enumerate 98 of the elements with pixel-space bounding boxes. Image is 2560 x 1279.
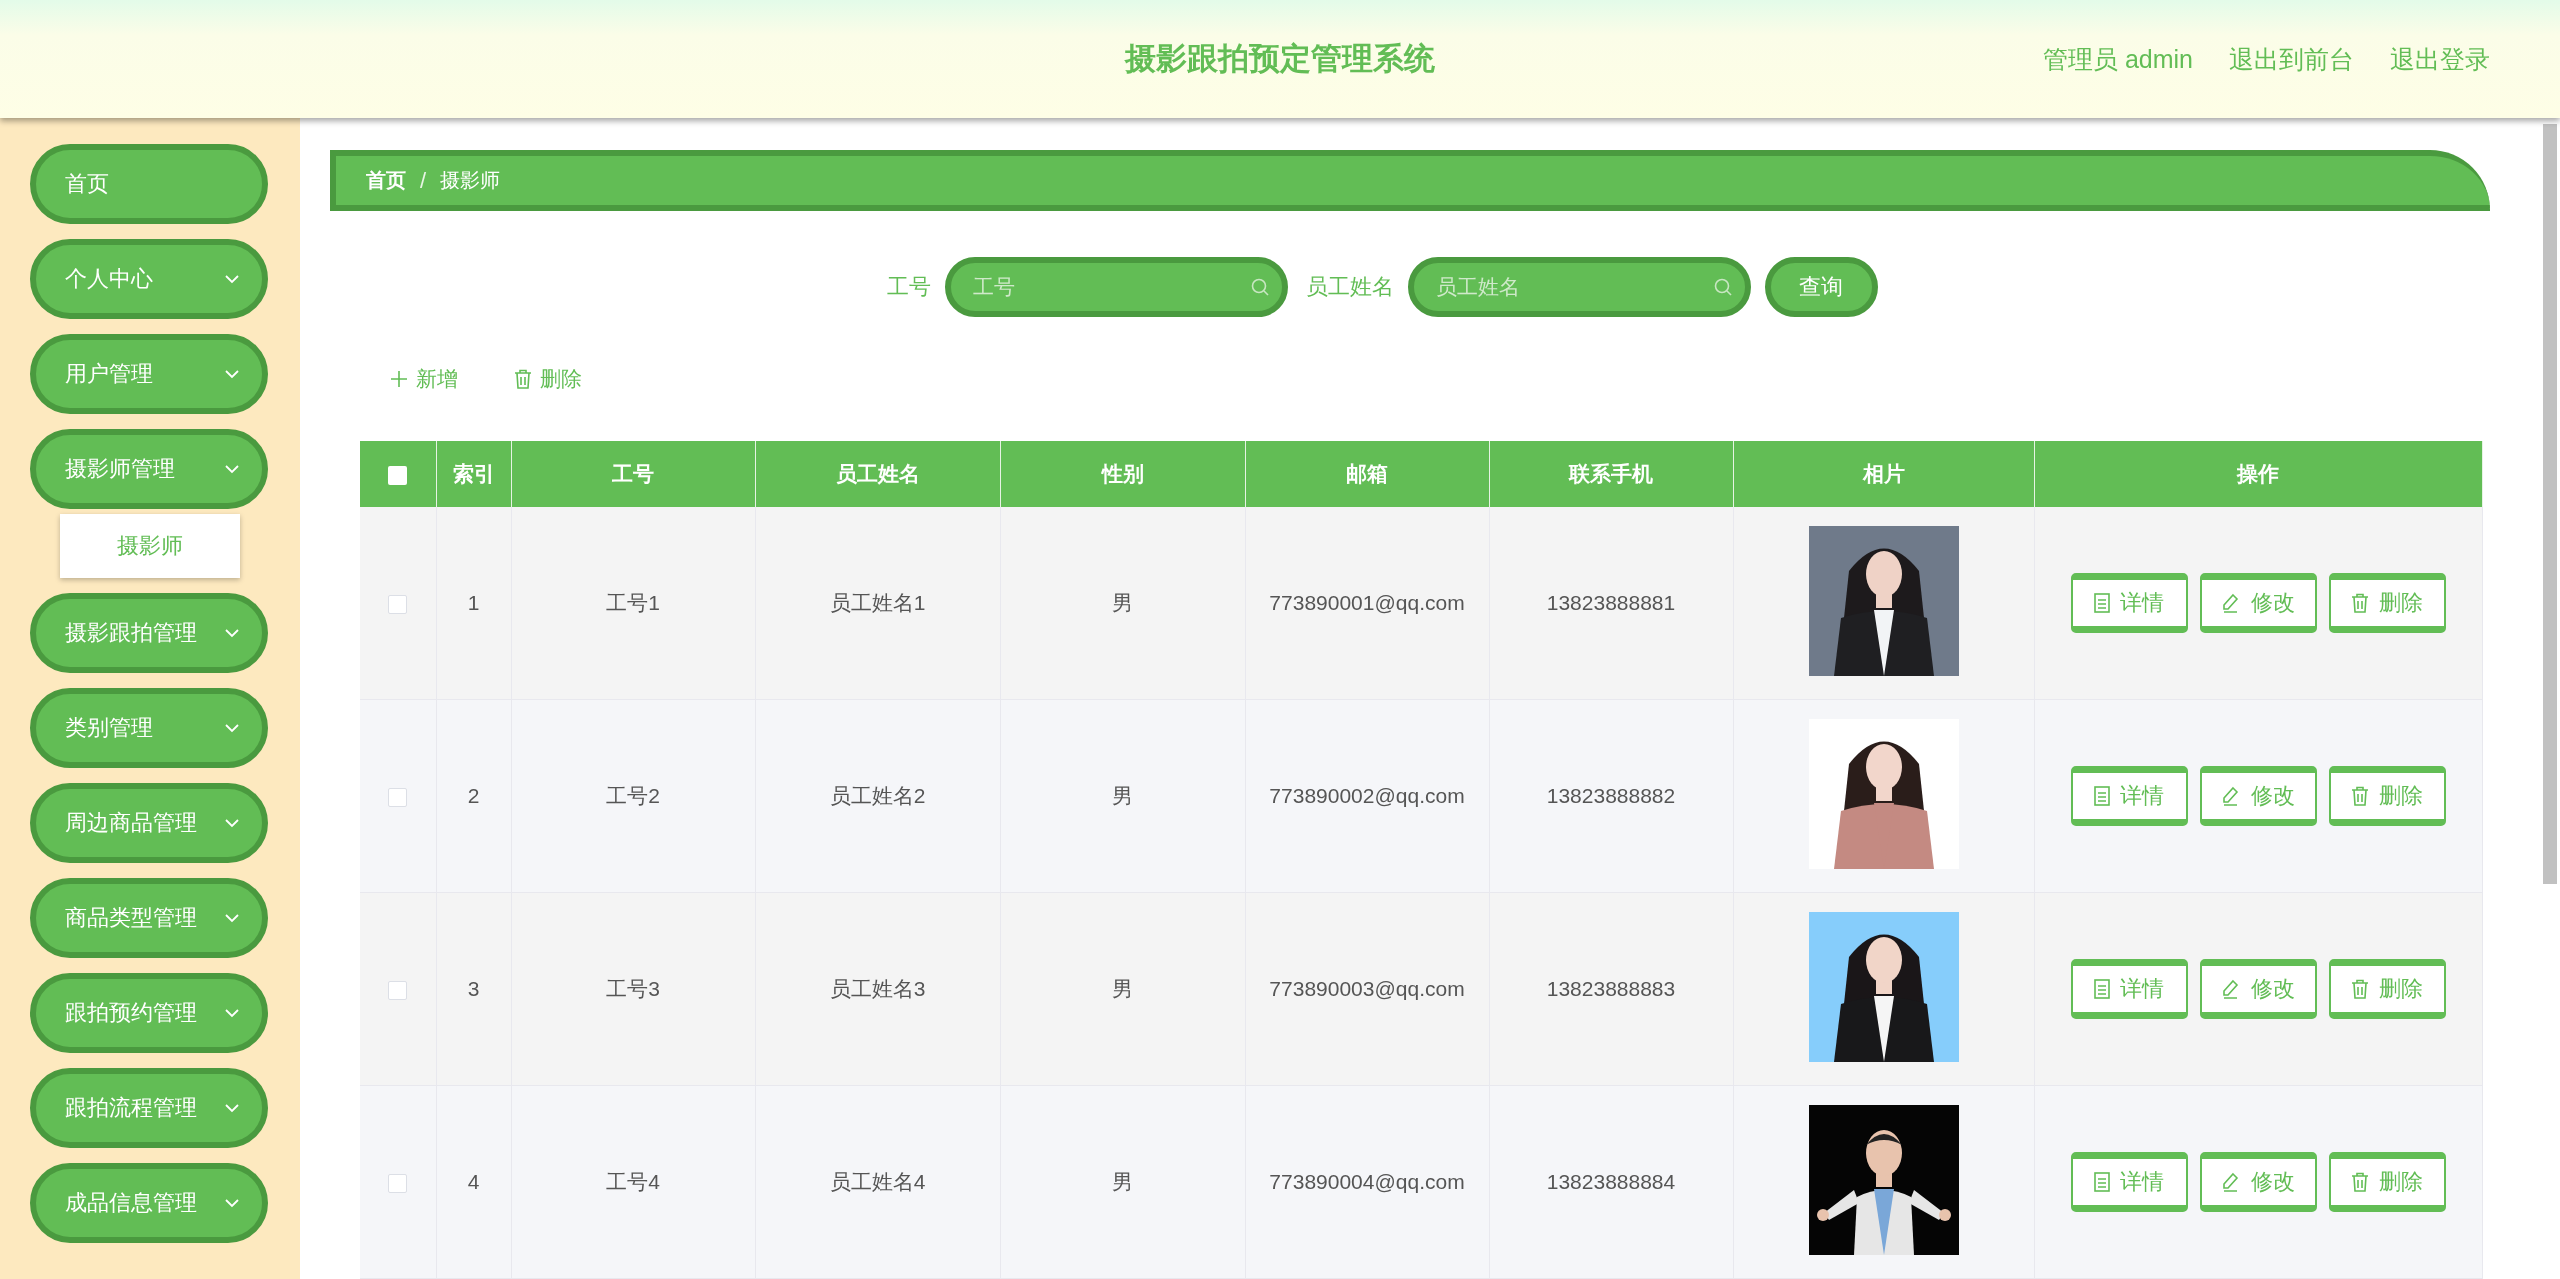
sidebar-item[interactable]: 摄影师管理 [30,429,268,509]
add-button[interactable]: 新增 [390,365,458,393]
table-cell: 员工姓名3 [755,892,1000,1086]
sidebar-item[interactable]: 跟拍流程管理 [30,1068,268,1148]
delete-button[interactable]: 删除 [2328,573,2446,633]
chevron-down-icon [224,818,240,828]
row-checkbox[interactable] [388,594,408,614]
delete-button[interactable]: 删除 [2328,1152,2446,1212]
column-header: 相片 [1733,441,2034,507]
chevron-down-icon [224,369,240,379]
sidebar-item[interactable]: 摄影跟拍管理 [30,593,268,673]
sidebar-item[interactable]: 个人中心 [30,239,268,319]
document-icon [2094,979,2111,999]
chevron-down-icon [224,1103,240,1113]
table-cell: 773890004@qq.com [1245,1085,1489,1279]
table-cell: 3 [436,892,511,1086]
search-icon [1712,277,1733,297]
document-icon [2094,786,2111,806]
table-cell: 773890003@qq.com [1245,892,1489,1086]
table-cell: 工号1 [511,507,755,700]
edit-button[interactable]: 修改 [2199,959,2317,1019]
detail-button[interactable]: 详情 [2070,959,2188,1019]
row-checkbox[interactable] [388,787,408,807]
delete-button[interactable]: 删除 [2328,766,2446,826]
edit-button[interactable]: 修改 [2199,1152,2317,1212]
delete-button[interactable]: 删除 [2328,959,2446,1019]
breadcrumb-link[interactable]: 首页 [366,167,406,194]
query-button[interactable]: 查询 [1764,257,1878,317]
table-cell: 1 [436,507,511,700]
column-header: 员工姓名 [755,441,1000,507]
trash-icon [2351,593,2370,613]
breadcrumb-separator: / [420,167,427,194]
sidebar-item[interactable]: 成品信息管理 [30,1163,268,1243]
sidebar-item[interactable]: 用户管理 [30,334,268,414]
select-all-checkbox[interactable] [388,465,408,485]
column-header: 操作 [2034,441,2483,507]
trash-icon [514,369,532,389]
column-header: 索引 [436,441,511,507]
header-link[interactable]: 退出登录 [2390,42,2490,76]
table-cell: 工号3 [511,892,755,1086]
table-cell: 13823888883 [1489,892,1733,1086]
table-cell: 员工姓名1 [755,507,1000,700]
column-header: 邮箱 [1245,441,1489,507]
document-icon [2094,1172,2111,1192]
app-title: 摄影跟拍预定管理系统 [1125,40,1435,78]
field-label: 员工姓名 [1305,273,1394,301]
detail-button[interactable]: 详情 [2070,766,2188,826]
column-header: 工号 [511,441,755,507]
column-header: 性别 [1000,441,1245,507]
detail-button[interactable]: 详情 [2070,573,2188,633]
table-cell: 员工姓名2 [755,699,1000,893]
chevron-down-icon [224,723,240,733]
trash-icon [2351,1172,2370,1192]
table-cell: 13823888884 [1489,1085,1733,1279]
table-cell: 773890001@qq.com [1245,507,1489,700]
row-checkbox[interactable] [388,980,408,1000]
table-cell: 13823888882 [1489,699,1733,893]
column-header: 联系手机 [1489,441,1733,507]
breadcrumb-current: 摄影师 [440,168,501,193]
plus-icon [390,370,408,388]
table-cell: 男 [1000,699,1245,893]
search-field[interactable]: 工号 [944,257,1288,317]
document-icon [2094,593,2111,613]
table-cell: 773890002@qq.com [1245,699,1489,893]
chevron-down-icon [224,628,240,638]
search-field[interactable]: 员工姓名 [1407,257,1751,317]
trash-icon [2351,979,2370,999]
sidebar-item[interactable]: 周边商品管理 [30,783,268,863]
sidebar-item[interactable]: 类别管理 [30,688,268,768]
sidebar-item[interactable]: 跟拍预约管理 [30,973,268,1053]
edit-button[interactable]: 修改 [2199,766,2317,826]
trash-icon [2351,786,2370,806]
table-cell: 4 [436,1085,511,1279]
chevron-down-icon [224,913,240,923]
search-icon [1249,277,1270,297]
delete-button[interactable]: 删除 [514,365,582,393]
detail-button[interactable]: 详情 [2070,1152,2188,1212]
table-cell: 2 [436,699,511,893]
submenu-item[interactable]: 摄影师 [117,531,183,561]
edit-button[interactable]: 修改 [2199,573,2317,633]
table-cell: 13823888881 [1489,507,1733,700]
sidebar-item[interactable]: 商品类型管理 [30,878,268,958]
chevron-down-icon [224,1008,240,1018]
row-checkbox[interactable] [388,1173,408,1193]
field-label: 工号 [886,273,931,301]
table-cell: 员工姓名4 [755,1085,1000,1279]
table-cell: 男 [1000,507,1245,700]
table-cell: 工号4 [511,1085,755,1279]
table-cell: 男 [1000,1085,1245,1279]
table-cell: 工号2 [511,699,755,893]
chevron-down-icon [224,274,240,284]
header-link[interactable]: 管理员 admin [2042,42,2193,76]
scrollbar-thumb[interactable] [2543,124,2557,884]
chevron-down-icon [224,1198,240,1208]
chevron-down-icon [224,464,240,474]
header-link[interactable]: 退出到前台 [2229,42,2354,76]
table-cell: 男 [1000,892,1245,1086]
sidebar-item[interactable]: 首页 [30,144,268,224]
